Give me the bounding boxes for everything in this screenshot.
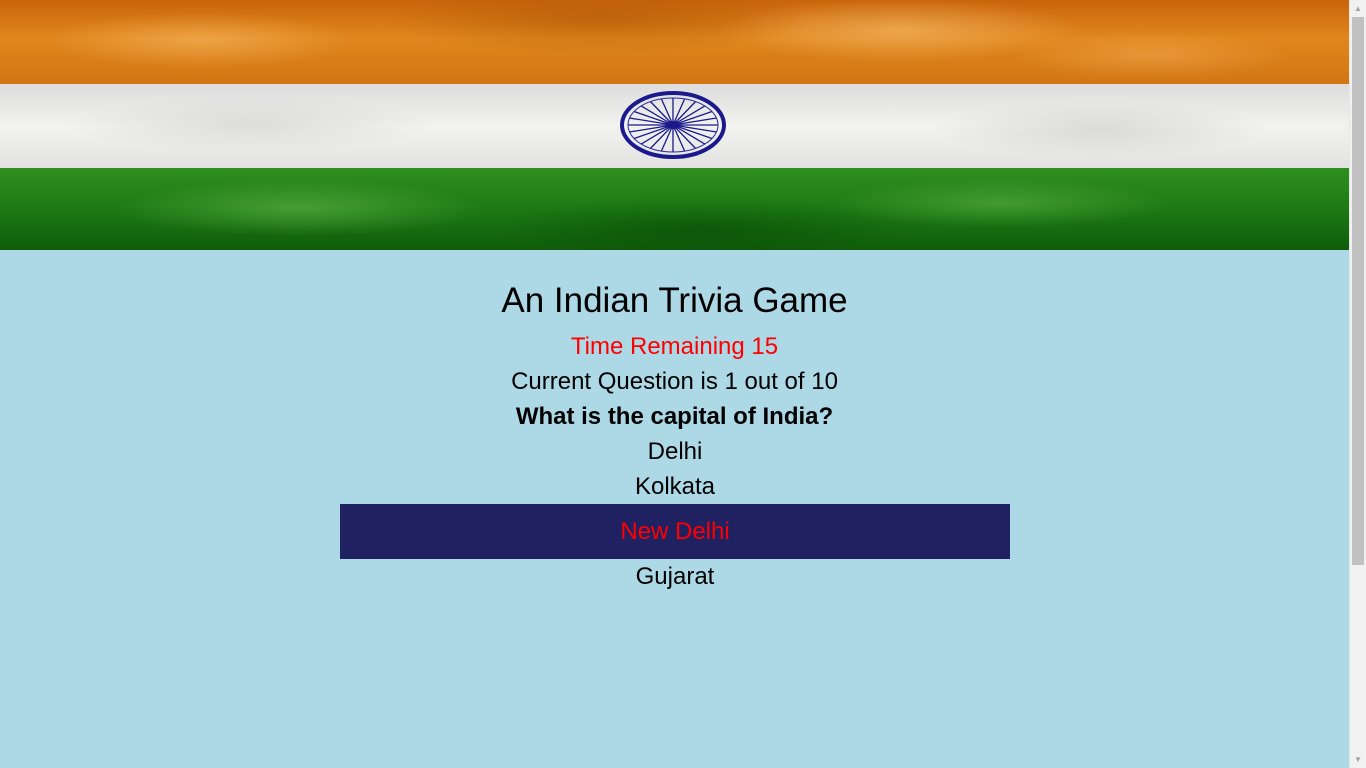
- answer-option-kolkata[interactable]: Kolkata: [340, 473, 1010, 501]
- answer-option-gujarat[interactable]: Gujarat: [340, 563, 1010, 591]
- page-title: An Indian Trivia Game: [501, 281, 848, 320]
- indian-flag-banner: [0, 0, 1349, 250]
- scroll-up-arrow-icon[interactable]: ▲: [1350, 0, 1366, 17]
- flag-saffron-band: [0, 0, 1349, 84]
- time-remaining: Time Remaining 15: [570, 333, 779, 360]
- answer-option-delhi[interactable]: Delhi: [340, 438, 1010, 466]
- answer-option-new-delhi[interactable]: New Delhi: [340, 504, 1010, 559]
- scroll-down-arrow-icon[interactable]: ▼: [1350, 751, 1366, 768]
- ashoka-chakra-icon: [620, 91, 726, 159]
- question-progress: Current Question is 1 out of 10: [511, 368, 838, 395]
- page-viewport: An Indian Trivia Game Time Remaining 15 …: [0, 0, 1349, 768]
- vertical-scrollbar[interactable]: ▲ ▼: [1349, 0, 1366, 768]
- flag-green-band: [0, 168, 1349, 250]
- question-text: What is the capital of India?: [515, 403, 834, 430]
- scrollbar-thumb[interactable]: [1352, 17, 1364, 565]
